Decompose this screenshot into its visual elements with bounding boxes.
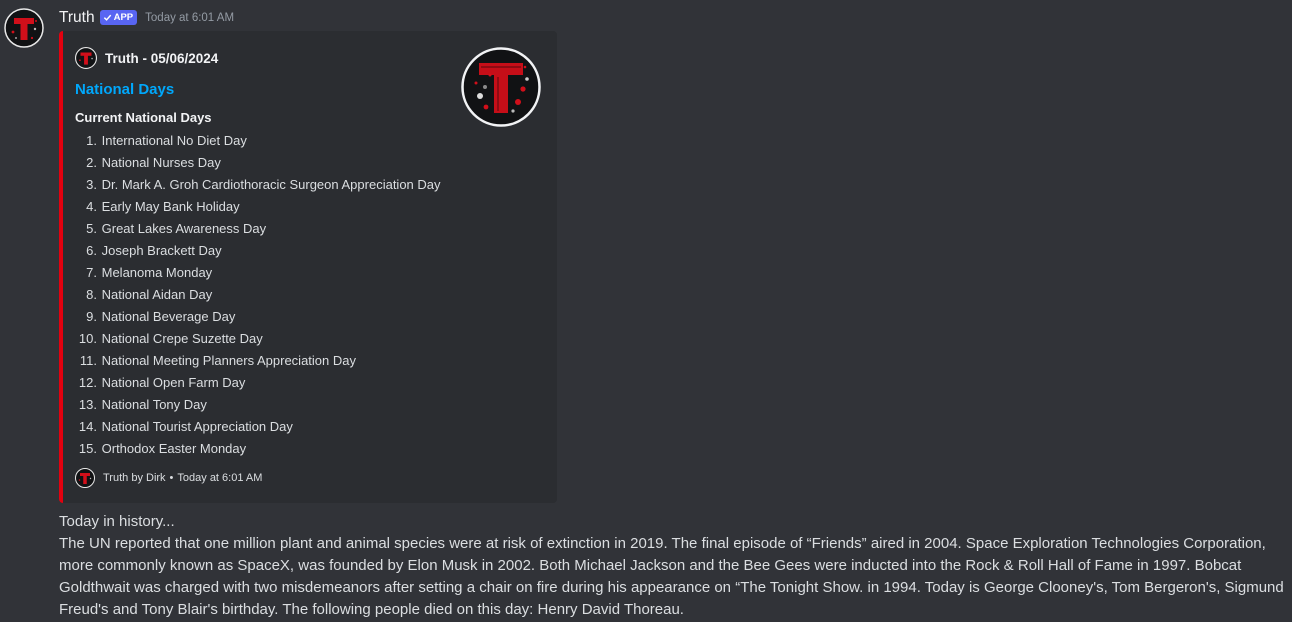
list-item-label: National Nurses Day: [101, 155, 221, 170]
list-item: 11. National Meeting Planners Appreciati…: [75, 350, 441, 372]
history-body: The UN reported that one million plant a…: [59, 535, 1284, 618]
list-item: 1. International No Diet Day: [75, 130, 441, 152]
list-item: 9. National Beverage Day: [75, 306, 441, 328]
list-item-label: Orthodox Easter Monday: [101, 441, 247, 456]
list-item-label: Joseph Brackett Day: [101, 243, 222, 258]
list-item-label: National Open Farm Day: [101, 375, 246, 390]
author-avatar[interactable]: [4, 8, 44, 48]
list-item: 12. National Open Farm Day: [75, 372, 441, 394]
list-item-label: National Tourist Appreciation Day: [101, 419, 293, 434]
list-item-label: National Meeting Planners Appreciation D…: [101, 353, 356, 368]
embed-footer: Truth by Dirk • Today at 6:01 AM: [75, 468, 262, 488]
embed-author-name: Truth - 05/06/2024: [105, 50, 219, 66]
embed-title[interactable]: National Days: [75, 81, 174, 98]
app-badge: APP: [99, 9, 138, 25]
history-intro: Today in history...: [59, 513, 175, 530]
list-item: 5. Great Lakes Awareness Day: [75, 218, 441, 240]
national-days-list: 1. International No Diet Day 2. National…: [75, 130, 441, 460]
list-item-label: National Tony Day: [101, 397, 207, 412]
embed-author-icon: [75, 47, 97, 69]
message-header: Truth APP Today at 6:01 AM: [59, 8, 234, 28]
footer-separator: •: [169, 472, 174, 484]
field-name: Current National Days: [75, 110, 212, 125]
list-item: 8. National Aidan Day: [75, 284, 441, 306]
app-badge-label: APP: [113, 11, 134, 23]
list-item-label: Melanoma Monday: [101, 265, 213, 280]
list-item: 14. National Tourist Appreciation Day: [75, 416, 441, 438]
list-item-label: Early May Bank Holiday: [101, 199, 240, 214]
list-item: 3. Dr. Mark A. Groh Cardiothoracic Surge…: [75, 174, 441, 196]
message-timestamp[interactable]: Today at 6:01 AM: [145, 12, 234, 24]
embed-card: Truth - 05/06/2024 National Days Current…: [59, 31, 557, 503]
list-item: 15. Orthodox Easter Monday: [75, 438, 441, 460]
list-item: 10. National Crepe Suzette Day: [75, 328, 441, 350]
chat-message: Truth APP Today at 6:01 AM Truth - 05/06…: [0, 0, 1292, 622]
list-item-label: National Beverage Day: [101, 309, 236, 324]
list-item: 4. Early May Bank Holiday: [75, 196, 441, 218]
list-item: 2. National Nurses Day: [75, 152, 441, 174]
embed-footer-time: Today at 6:01 AM: [177, 472, 263, 484]
list-item: 6. Joseph Brackett Day: [75, 240, 441, 262]
verified-check-icon: [103, 14, 111, 21]
embed-author: Truth - 05/06/2024: [75, 47, 218, 69]
list-item-label: Dr. Mark A. Groh Cardiothoracic Surgeon …: [101, 177, 441, 192]
embed-footer-icon: [75, 468, 95, 488]
author-username[interactable]: Truth: [59, 9, 95, 27]
message-content: Today in history... The UN reported that…: [59, 511, 1289, 621]
list-item-label: International No Diet Day: [101, 133, 247, 148]
list-item: 13. National Tony Day: [75, 394, 441, 416]
embed-thumbnail[interactable]: [461, 47, 541, 127]
list-item-label: National Aidan Day: [101, 287, 213, 302]
list-item-label: Great Lakes Awareness Day: [101, 221, 267, 236]
embed-footer-text: Truth by Dirk: [103, 472, 166, 484]
list-item: 7. Melanoma Monday: [75, 262, 441, 284]
list-item-label: National Crepe Suzette Day: [101, 331, 263, 346]
